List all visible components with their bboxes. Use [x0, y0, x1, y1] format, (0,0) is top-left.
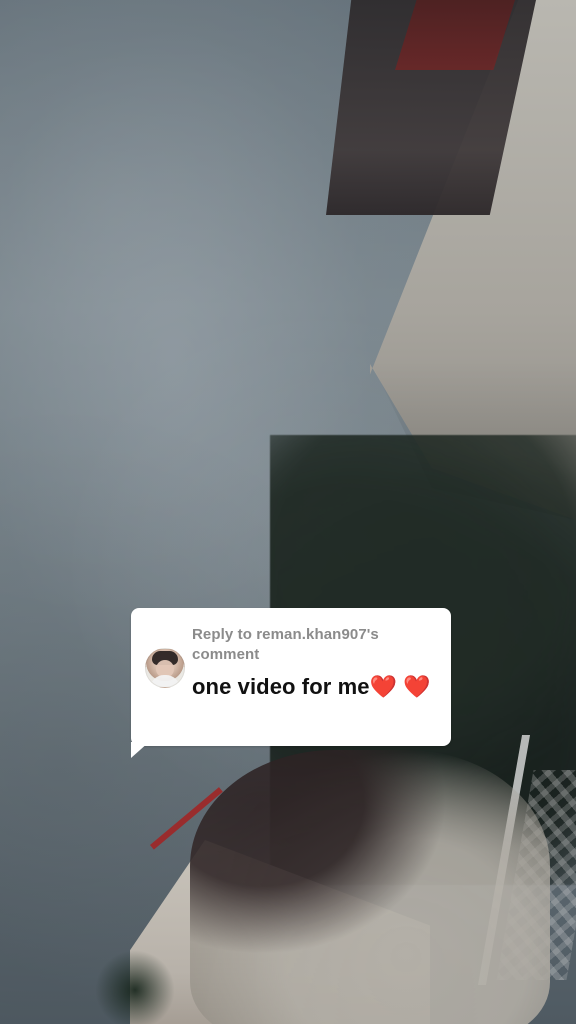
- avatar[interactable]: [145, 648, 185, 688]
- person: [190, 750, 550, 1024]
- foliage-bottom: [95, 950, 175, 1024]
- reply-comment-card[interactable]: Reply to reman.khan907's comment one vid…: [131, 608, 451, 746]
- reply-comment-text: one video for me❤️ ❤️: [192, 674, 431, 699]
- video-frame: Reply to reman.khan907's comment one vid…: [0, 0, 576, 1024]
- reply-to-label: Reply to reman.khan907's comment: [192, 626, 379, 663]
- avatar-shirt: [150, 675, 180, 687]
